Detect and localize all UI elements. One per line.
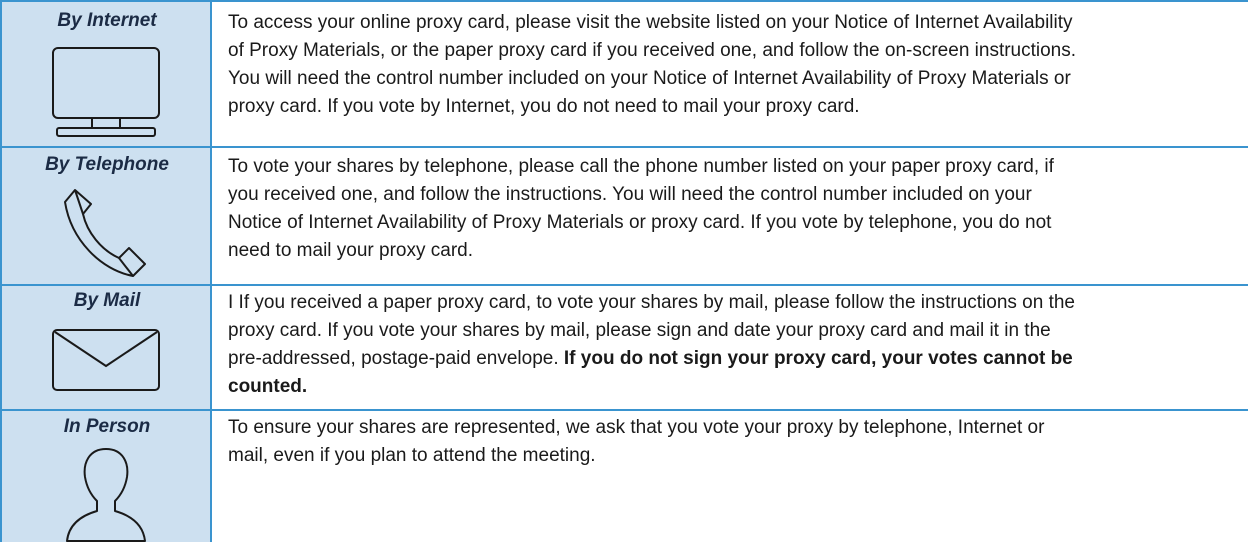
envelope-icon: [52, 329, 160, 391]
description-line: You will need the control number include…: [228, 68, 1071, 89]
column-divider: [210, 2, 212, 148]
description-line: proxy card. If you vote by Internet, you…: [228, 96, 860, 117]
method-label: By Mail: [73, 290, 141, 311]
description-line: To vote your shares by telephone, please…: [228, 156, 1054, 177]
description-line: I If you received a paper proxy card, to…: [228, 292, 1075, 313]
method-cell: In Person: [0, 411, 210, 542]
row-by-telephone: By Telephone To vote your shares by tele…: [0, 148, 1248, 286]
column-divider: [210, 411, 212, 542]
method-label: By Internet: [57, 10, 157, 31]
method-label: In Person: [63, 416, 151, 437]
monitor-icon: [52, 47, 160, 137]
description-line: need to mail your proxy card.: [228, 240, 474, 261]
description-line: To ensure your shares are represented, w…: [228, 417, 1045, 438]
description-line: proxy card. If you vote your shares by m…: [228, 320, 1051, 341]
column-divider: [210, 148, 212, 286]
description-line: Notice of Internet Availability of Proxy…: [228, 212, 1052, 233]
row-by-internet: By Internet To access your online proxy …: [0, 2, 1248, 148]
description-text: pre-addressed, postage-paid envelope.: [228, 348, 564, 369]
description-line: pre-addressed, postage-paid envelope. If…: [228, 345, 1248, 373]
method-description: To ensure your shares are represented, w…: [228, 414, 1248, 470]
method-description: To vote your shares by telephone, please…: [228, 153, 1248, 265]
description-line: mail, even if you plan to attend the mee…: [228, 445, 596, 466]
warning-text: If you do not sign your proxy card, your…: [563, 348, 1073, 369]
description-line: you received one, and follow the instruc…: [228, 184, 1032, 205]
description-line: To access your online proxy card, please…: [228, 12, 1073, 33]
method-cell: By Internet: [0, 2, 210, 148]
method-description: I If you received a paper proxy card, to…: [228, 289, 1248, 401]
row-by-mail: By Mail I If you received a paper proxy …: [0, 286, 1248, 411]
method-cell: By Mail: [0, 286, 210, 411]
warning-text: counted.: [228, 376, 308, 397]
description-line: of Proxy Materials, or the paper proxy c…: [228, 40, 1077, 61]
telephone-icon: [64, 189, 146, 277]
method-cell: By Telephone: [0, 148, 210, 286]
method-label: By Telephone: [45, 154, 169, 175]
method-description: To access your online proxy card, please…: [228, 9, 1248, 121]
column-divider: [210, 286, 212, 411]
voting-methods-table: By Internet To access your online proxy …: [0, 0, 1248, 542]
person-icon: [66, 448, 146, 542]
row-in-person: In Person To ensure your shares are repr…: [0, 411, 1248, 542]
